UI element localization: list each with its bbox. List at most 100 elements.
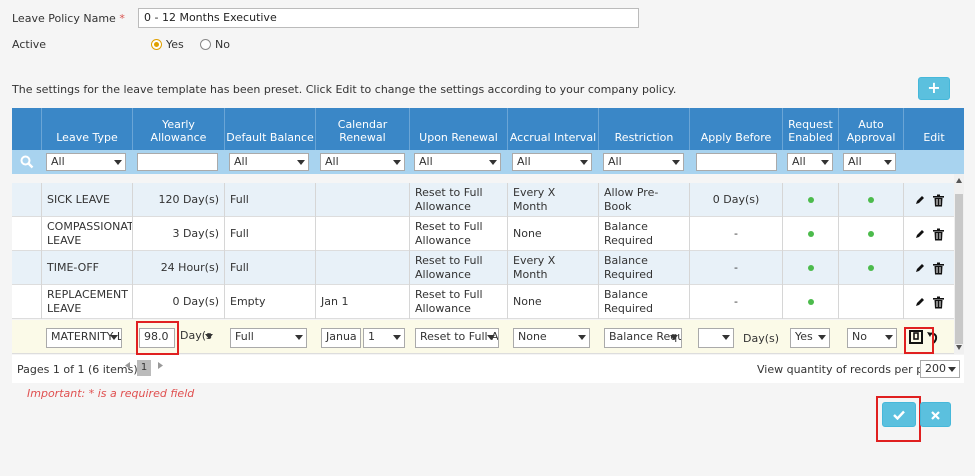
- row-blank: [12, 285, 42, 319]
- cell-yearly-allowance: 24 Hour(s): [133, 251, 225, 285]
- next-page-icon[interactable]: [158, 362, 163, 369]
- chevron-down-icon: [821, 160, 829, 165]
- edit-leave-type-select[interactable]: MATERNITY L: [46, 328, 122, 348]
- enabled-dot-icon: [807, 265, 814, 271]
- enabled-dot-icon: [868, 265, 874, 271]
- filter-leave-type[interactable]: All: [46, 153, 126, 171]
- pencil-icon[interactable]: [914, 262, 926, 274]
- enabled-dot-icon: [807, 231, 814, 237]
- cell-auto-approval: [839, 217, 904, 251]
- header-restriction[interactable]: Restriction: [599, 108, 690, 150]
- header-apply-before[interactable]: Apply Before: [690, 108, 783, 150]
- chevron-down-icon: [114, 160, 122, 165]
- edit-accrual-interval-select[interactable]: None: [513, 328, 590, 348]
- filter-request-enabled[interactable]: All: [787, 153, 833, 171]
- edit-calendar-day-select[interactable]: 1: [363, 328, 405, 348]
- chevron-down-icon: [110, 335, 118, 340]
- cell-calendar-renewal: [316, 217, 410, 251]
- active-yes-radio[interactable]: Yes: [151, 38, 184, 51]
- header-auto-approval[interactable]: Auto Approval: [839, 108, 904, 150]
- cell-calendar-renewal: [316, 251, 410, 285]
- table-row[interactable]: SICK LEAVE 120 Day(s) Full Reset to Full…: [12, 183, 954, 217]
- cell-yearly-allowance: 3 Day(s): [133, 217, 225, 251]
- pencil-icon[interactable]: [914, 194, 926, 206]
- header-upon-renewal[interactable]: Upon Renewal: [410, 108, 508, 150]
- pager: Pages 1 of 1 (6 items) 1 View quantity o…: [12, 355, 964, 383]
- cell-edit: [904, 183, 954, 217]
- edit-auto-approval-select[interactable]: No: [847, 328, 897, 348]
- scroll-up-icon[interactable]: [956, 178, 962, 183]
- row-blank: [12, 183, 42, 217]
- header-yearly-allowance[interactable]: Yearly Allowance: [133, 108, 225, 150]
- trash-icon[interactable]: [932, 296, 945, 309]
- plus-icon: +: [927, 78, 941, 97]
- table-row[interactable]: REPLACEMENT LEAVE 0 Day(s) Empty Jan 1 R…: [12, 285, 954, 319]
- cell-restriction: Balance Required: [599, 217, 690, 251]
- chevron-down-icon: [884, 160, 892, 165]
- chevron-down-icon: [295, 335, 303, 340]
- chevron-down-icon: [722, 335, 730, 340]
- cell-restriction: Allow Pre-Book: [599, 183, 690, 217]
- filter-upon-renewal[interactable]: All: [414, 153, 501, 171]
- header-default-balance[interactable]: Default Balance: [225, 108, 316, 150]
- table-scrollbar[interactable]: [954, 174, 964, 354]
- chevron-down-icon: [670, 335, 678, 340]
- chevron-down-icon: [393, 335, 401, 340]
- scrollbar-thumb[interactable]: [955, 194, 963, 344]
- header-request-enabled[interactable]: Request Enabled: [783, 108, 839, 150]
- cell-auto-approval: [839, 183, 904, 217]
- filter-auto-approval[interactable]: All: [843, 153, 896, 171]
- header-accrual-interval[interactable]: Accrual Interval: [508, 108, 599, 150]
- page-1-button[interactable]: 1: [137, 360, 151, 376]
- policy-name-input[interactable]: 0 - 12 Months Executive: [138, 8, 639, 28]
- trash-icon[interactable]: [932, 194, 945, 207]
- scroll-down-icon[interactable]: [956, 345, 962, 350]
- table-row[interactable]: COMPASSIONATE LEAVE 3 Day(s) Full Reset …: [12, 217, 954, 251]
- trash-icon[interactable]: [932, 262, 945, 275]
- confirm-button[interactable]: [882, 402, 916, 427]
- edit-allowance-unit-select[interactable]: Day(s: [176, 328, 216, 348]
- search-icon[interactable]: [20, 155, 34, 169]
- cell-apply-before: -: [690, 251, 783, 285]
- trash-icon[interactable]: [932, 228, 945, 241]
- edit-request-enabled-select[interactable]: Yes: [790, 328, 830, 348]
- cell-apply-before: -: [690, 217, 783, 251]
- cell-accrual-interval: None: [508, 217, 599, 251]
- cell-request-enabled: [783, 285, 839, 319]
- active-no-radio[interactable]: No: [200, 38, 230, 51]
- table-row[interactable]: TIME-OFF 24 Hour(s) Full Reset to Full A…: [12, 251, 954, 285]
- cancel-button[interactable]: [920, 402, 951, 427]
- cell-accrual-interval: None: [508, 285, 599, 319]
- filter-apply-before[interactable]: [696, 153, 777, 171]
- cell-leave-type: TIME-OFF: [42, 251, 133, 285]
- edit-upon-renewal-select[interactable]: Reset to Full A: [415, 328, 499, 348]
- filter-calendar-renewal[interactable]: All: [320, 153, 405, 171]
- prev-page-icon[interactable]: [125, 362, 130, 369]
- edit-calendar-month-select[interactable]: Janua: [321, 328, 361, 348]
- chevron-down-icon: [948, 367, 956, 372]
- pencil-icon[interactable]: [914, 296, 926, 308]
- cell-apply-before: 0 Day(s): [690, 183, 783, 217]
- filter-yearly-allowance[interactable]: [137, 153, 218, 171]
- header-leave-type[interactable]: Leave Type: [42, 108, 133, 150]
- cell-restriction: Balance Required: [599, 251, 690, 285]
- cell-restriction: Balance Required: [599, 285, 690, 319]
- edit-default-balance-select[interactable]: Full: [230, 328, 307, 348]
- chevron-down-icon: [885, 335, 893, 340]
- filter-accrual-interval[interactable]: All: [512, 153, 592, 171]
- add-row-button[interactable]: +: [918, 77, 950, 100]
- pencil-icon[interactable]: [914, 228, 926, 240]
- edit-apply-before-select[interactable]: [698, 328, 734, 348]
- cell-calendar-renewal: [316, 183, 410, 217]
- enabled-dot-icon: [868, 231, 874, 237]
- header-edit: Edit: [904, 108, 964, 150]
- cell-default-balance: Empty: [225, 285, 316, 319]
- cell-upon-renewal: Reset to Full Allowance: [410, 251, 508, 285]
- filter-restriction[interactable]: All: [603, 153, 684, 171]
- header-calendar-renewal[interactable]: Calendar Renewal: [316, 108, 410, 150]
- filter-default-balance[interactable]: All: [229, 153, 309, 171]
- per-page-select[interactable]: 200: [920, 360, 960, 378]
- edit-restriction-select[interactable]: Balance Requ: [604, 328, 682, 348]
- cell-accrual-interval: Every X Month: [508, 183, 599, 217]
- cell-edit: [904, 285, 954, 319]
